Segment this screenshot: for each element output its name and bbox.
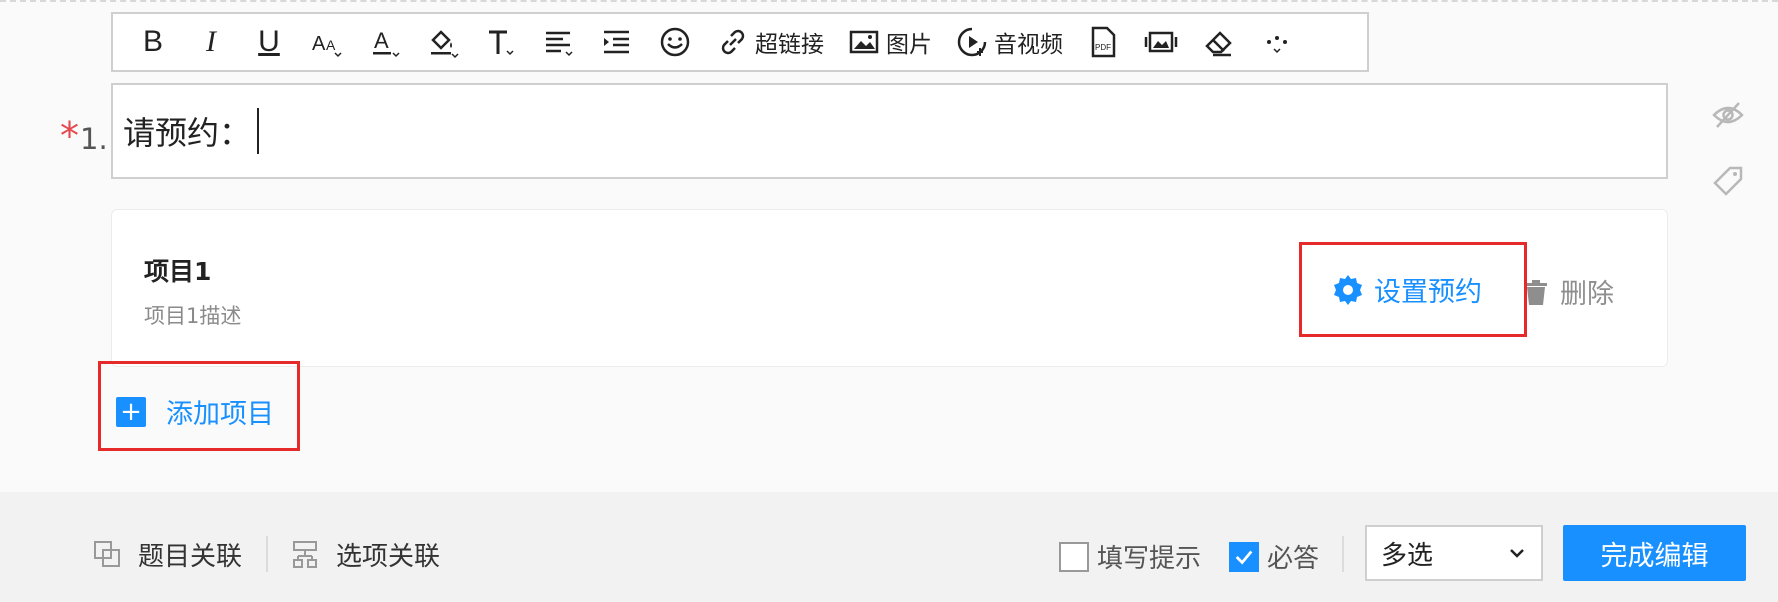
hyperlink-label: 超链接	[755, 32, 824, 58]
item-description: 项目1描述	[144, 304, 242, 328]
pdf-button[interactable]: PDF	[1085, 20, 1121, 64]
paint-bucket-icon	[431, 30, 459, 59]
italic-icon: I	[206, 25, 216, 58]
eraser-icon	[1205, 31, 1232, 57]
emoji-button[interactable]	[657, 20, 693, 64]
highlight-add-item	[98, 361, 300, 451]
fill-hint-label: 填写提示	[1097, 544, 1202, 574]
image-button[interactable]: 图片	[846, 20, 932, 64]
text-style-button[interactable]	[483, 20, 519, 64]
text-style-icon	[489, 30, 514, 56]
fill-hint-checkbox[interactable]: 填写提示	[1059, 538, 1201, 575]
checkmark-icon	[1229, 541, 1259, 572]
required-label: 必答	[1267, 544, 1320, 574]
underline-button[interactable]: U	[251, 20, 287, 64]
clear-format-button[interactable]	[1201, 20, 1237, 64]
svg-text:PDF: PDF	[1095, 43, 1111, 52]
delete-label: 删除	[1560, 279, 1614, 310]
tree-icon	[293, 540, 317, 568]
pdf-icon: PDF	[1091, 26, 1116, 58]
footer-separator	[266, 536, 268, 572]
question-type-select[interactable]: 多选	[1365, 525, 1543, 581]
media-label: 音视频	[994, 32, 1063, 58]
link-icon	[721, 29, 745, 55]
more-icon	[1267, 36, 1287, 54]
image-label: 图片	[886, 32, 932, 58]
delete-item-button[interactable]: 删除	[1522, 272, 1614, 311]
svg-text:A: A	[374, 28, 389, 53]
chevron-down-icon	[1510, 549, 1524, 558]
item-title: 项目1	[144, 257, 212, 286]
question-title-input[interactable]: 请预约：	[111, 83, 1668, 179]
bold-button[interactable]: B	[135, 20, 171, 64]
align-button[interactable]	[541, 20, 577, 64]
underline-icon: U	[258, 25, 280, 58]
required-mark: *	[60, 114, 79, 158]
option-association-label: 选项关联	[336, 542, 441, 572]
tag-icon[interactable]	[1710, 163, 1746, 199]
question-type-value: 多选	[1381, 540, 1434, 571]
association-icon	[94, 540, 120, 567]
bold-icon: B	[142, 25, 163, 58]
highlight-set-appointment	[1299, 242, 1527, 337]
font-size-icon: AA	[312, 33, 342, 58]
align-left-icon	[546, 31, 573, 57]
eye-off-icon[interactable]	[1710, 97, 1746, 133]
text-caret	[257, 108, 260, 154]
media-frame-icon	[1144, 31, 1178, 53]
media-button[interactable]: 音视频	[954, 20, 1063, 64]
required-checkbox[interactable]: 必答	[1229, 538, 1319, 575]
finish-editing-button[interactable]: 完成编辑	[1563, 525, 1746, 581]
image-icon	[849, 30, 879, 54]
footer-separator	[1342, 536, 1344, 572]
font-color-button[interactable]: A	[367, 20, 403, 64]
indent-button[interactable]	[599, 20, 635, 64]
font-color-icon: A	[373, 28, 400, 58]
video-icon	[957, 27, 987, 57]
option-association-button[interactable]: 选项关联	[290, 536, 440, 573]
embed-media-button[interactable]	[1143, 20, 1179, 64]
svg-text:A: A	[312, 33, 326, 55]
more-button[interactable]	[1259, 20, 1295, 64]
top-dashed-divider	[0, 0, 1778, 3]
hyperlink-button[interactable]: 超链接	[715, 20, 824, 64]
font-size-button[interactable]: AA	[309, 20, 345, 64]
rich-text-toolbar: B I U AA A 超链接 图片 音视频 PDF	[111, 12, 1369, 72]
question-association-button[interactable]: 题目关联	[92, 536, 242, 573]
italic-button[interactable]: I	[193, 20, 229, 64]
svg-text:A: A	[326, 37, 336, 53]
question-title-text: 请预约：	[123, 114, 252, 152]
checkbox-unchecked	[1059, 541, 1089, 572]
background-color-button[interactable]	[425, 20, 461, 64]
question-association-label: 题目关联	[138, 542, 243, 572]
question-number: 1.	[80, 122, 108, 156]
indent-icon	[604, 30, 629, 54]
smiley-icon	[660, 27, 690, 57]
